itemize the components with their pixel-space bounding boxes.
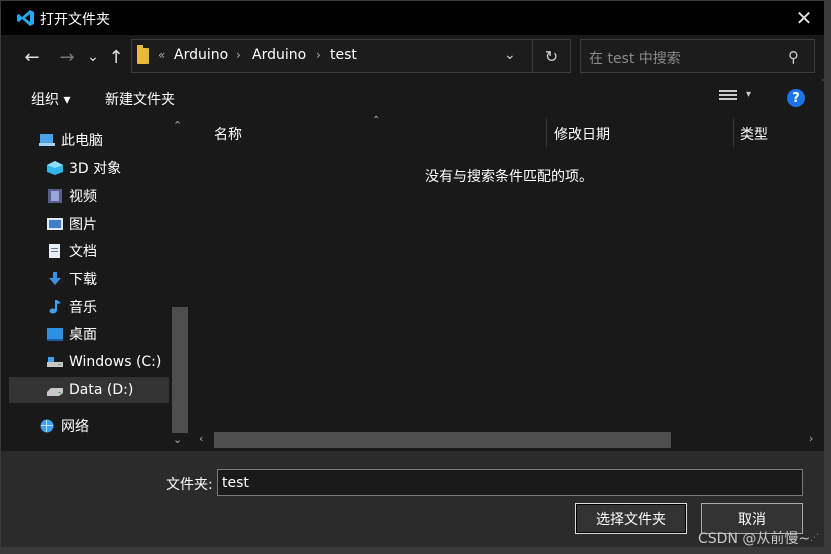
column-divider[interactable] bbox=[546, 119, 547, 147]
title-bar: 打开文件夹 ✕ bbox=[1, 1, 824, 35]
file-list-horizontal-scrollbar[interactable]: ‹ › bbox=[192, 431, 824, 449]
breadcrumb-separator-icon[interactable]: › bbox=[236, 48, 241, 62]
up-button[interactable]: ↑ bbox=[105, 45, 127, 69]
scroll-right-icon[interactable]: › bbox=[809, 432, 813, 445]
navigation-bar: ← → ⌄ ↑ « Arduino › Arduino › test ⌄ ↻ 在… bbox=[1, 35, 824, 79]
sidebar-item-desktop[interactable]: 桌面 bbox=[9, 321, 169, 347]
sidebar-item-label: Windows (C:) bbox=[69, 354, 162, 370]
sidebar-item-label: 桌面 bbox=[69, 327, 97, 343]
sidebar-item-3d-objects[interactable]: 3D 对象 bbox=[9, 155, 169, 181]
command-toolbar: 组织 ▾ 新建文件夹 ▾ ? bbox=[1, 81, 824, 115]
navigation-pane: 此电脑 3D 对象 视频 图片 文档 下载 音乐 桌面 Windows (C:)… bbox=[9, 115, 190, 451]
drive-d-icon bbox=[47, 383, 63, 397]
resize-grip-icon[interactable]: ⋰ bbox=[810, 533, 819, 543]
music-icon bbox=[47, 300, 63, 314]
organize-button[interactable]: 组织 ▾ bbox=[31, 89, 70, 109]
this-pc-icon bbox=[39, 133, 55, 147]
column-header-label: 修改日期 bbox=[554, 127, 610, 143]
column-header-label: 名称 bbox=[214, 127, 242, 143]
breadcrumb-arduino[interactable]: Arduino bbox=[252, 47, 306, 63]
network-icon bbox=[39, 419, 55, 433]
open-folder-dialog: 打开文件夹 ✕ ← → ⌄ ↑ « Arduino › Arduino › te… bbox=[0, 0, 824, 547]
videos-icon bbox=[47, 189, 63, 203]
new-folder-button[interactable]: 新建文件夹 bbox=[105, 89, 175, 109]
sidebar-item-label: 文档 bbox=[69, 244, 97, 260]
column-header-date-modified[interactable]: 修改日期 bbox=[554, 120, 732, 148]
sidebar-item-pictures[interactable]: 图片 bbox=[9, 211, 169, 237]
forward-button[interactable]: → bbox=[53, 45, 81, 69]
background-window-edge bbox=[823, 0, 831, 554]
sidebar-item-network[interactable]: 网络 bbox=[9, 413, 169, 439]
close-icon: ✕ bbox=[795, 6, 813, 30]
sidebar-item-label: 此电脑 bbox=[61, 133, 103, 149]
refresh-icon: ↻ bbox=[544, 46, 559, 66]
address-dropdown-icon[interactable]: ⌄ bbox=[504, 47, 516, 63]
sidebar-item-label: 3D 对象 bbox=[69, 161, 122, 177]
sidebar-item-music[interactable]: 音乐 bbox=[9, 294, 169, 320]
search-placeholder: 在 test 中搜索 bbox=[589, 51, 681, 67]
sidebar-item-this-pc[interactable]: 此电脑 bbox=[9, 127, 169, 153]
column-divider[interactable] bbox=[733, 119, 734, 147]
scrollbar-thumb[interactable] bbox=[214, 432, 671, 448]
empty-results-message: 没有与搜索条件匹配的项。 bbox=[425, 169, 593, 185]
chevron-down-icon: ⌄ bbox=[87, 49, 99, 65]
sidebar-item-label: 下载 bbox=[69, 272, 97, 288]
scroll-down-icon[interactable]: ⌄ bbox=[173, 433, 182, 446]
navigation-pane-scrollbar[interactable]: ⌃ ⌄ bbox=[171, 115, 189, 451]
close-button[interactable]: ✕ bbox=[789, 5, 819, 31]
file-list-pane: ⌃ 名称 修改日期 类型 没有与搜索条件匹配的项。 ‹ › bbox=[192, 115, 824, 451]
sidebar-item-label: 视频 bbox=[69, 189, 97, 205]
column-header-type[interactable]: 类型 bbox=[740, 120, 820, 148]
sidebar-item-label: 音乐 bbox=[69, 300, 97, 316]
sidebar-item-documents[interactable]: 文档 bbox=[9, 238, 169, 264]
sidebar-item-drive-c[interactable]: Windows (C:) bbox=[9, 349, 169, 375]
sidebar-item-downloads[interactable]: 下载 bbox=[9, 266, 169, 292]
sidebar-item-videos[interactable]: 视频 bbox=[9, 183, 169, 209]
3d-objects-icon bbox=[47, 161, 63, 175]
desktop-icon bbox=[47, 327, 63, 341]
watermark-text: CSDN @从前慢~ bbox=[698, 531, 811, 547]
scroll-up-icon[interactable]: ⌃ bbox=[173, 119, 182, 132]
folder-field-label: 文件夹: bbox=[166, 477, 213, 493]
documents-icon bbox=[47, 244, 63, 258]
back-arrow-icon: ← bbox=[24, 46, 40, 68]
search-icon[interactable]: ⚲ bbox=[788, 48, 799, 66]
recent-locations-button[interactable]: ⌄ bbox=[83, 45, 103, 69]
select-folder-button[interactable]: 选择文件夹 bbox=[575, 503, 687, 534]
folder-icon bbox=[137, 45, 149, 64]
breadcrumb-arduino-root[interactable]: Arduino bbox=[174, 47, 228, 63]
sidebar-item-label: 图片 bbox=[69, 217, 97, 233]
pictures-icon bbox=[47, 217, 63, 231]
drive-c-icon bbox=[47, 355, 63, 369]
scrollbar-thumb[interactable] bbox=[172, 307, 188, 433]
column-header-label: 类型 bbox=[740, 127, 768, 143]
help-icon[interactable]: ? bbox=[787, 89, 805, 107]
downloads-icon bbox=[47, 272, 63, 286]
search-box[interactable]: 在 test 中搜索 ⚲ bbox=[580, 39, 815, 73]
sidebar-item-label: 网络 bbox=[61, 419, 89, 435]
refresh-button[interactable]: ↻ bbox=[532, 40, 570, 72]
forward-arrow-icon: → bbox=[59, 46, 75, 68]
back-button[interactable]: ← bbox=[15, 45, 49, 69]
overflow-chevron-icon[interactable]: « bbox=[158, 48, 165, 62]
address-bar[interactable]: « Arduino › Arduino › test ⌄ ↻ bbox=[131, 39, 571, 73]
breadcrumb-separator-icon[interactable]: › bbox=[316, 48, 321, 62]
window-title: 打开文件夹 bbox=[40, 12, 110, 28]
view-options-icon[interactable] bbox=[719, 90, 737, 104]
up-arrow-icon: ↑ bbox=[108, 46, 124, 68]
breadcrumb-test[interactable]: test bbox=[330, 47, 357, 63]
column-header-name[interactable]: 名称 bbox=[214, 120, 544, 148]
sidebar-item-label: Data (D:) bbox=[69, 382, 134, 398]
view-dropdown-icon[interactable]: ▾ bbox=[746, 89, 751, 100]
vscode-icon bbox=[17, 10, 34, 26]
sidebar-item-drive-d[interactable]: Data (D:) bbox=[9, 377, 169, 403]
scroll-left-icon[interactable]: ‹ bbox=[199, 432, 203, 445]
folder-name-input[interactable] bbox=[217, 469, 803, 496]
help-glyph: ? bbox=[792, 90, 800, 106]
